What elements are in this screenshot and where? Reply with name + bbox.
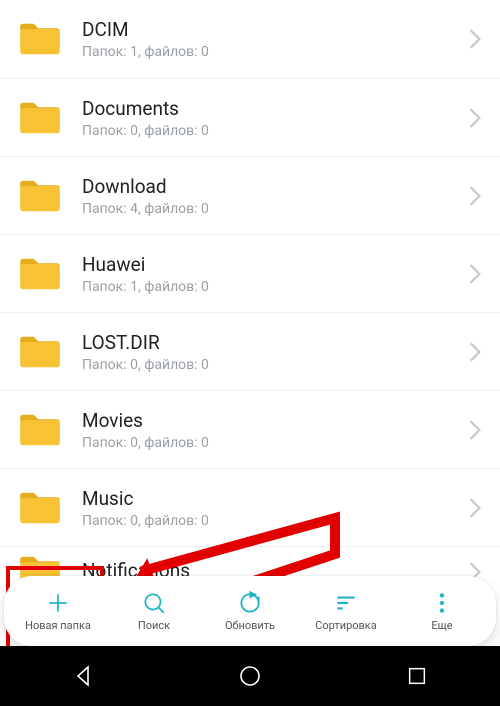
chevron-right-icon xyxy=(468,263,482,285)
folder-name: Download xyxy=(82,175,460,198)
folder-row[interactable]: Documents Папок: 0, файлов: 0 xyxy=(0,78,500,156)
folder-row-text: DCIM Папок: 1, файлов: 0 xyxy=(82,18,460,60)
folder-subtitle: Папок: 0, файлов: 0 xyxy=(82,123,460,139)
folder-subtitle: Папок: 1, файлов: 0 xyxy=(82,279,460,295)
folder-name: Music xyxy=(82,487,460,510)
sort-button[interactable]: Сортировка xyxy=(298,576,394,646)
folder-icon xyxy=(18,21,62,57)
folder-subtitle: Папок: 4, файлов: 0 xyxy=(82,201,460,217)
toolbar-label: Еще xyxy=(431,619,452,632)
folder-name: Documents xyxy=(82,97,460,120)
nav-recent-button[interactable] xyxy=(387,656,447,696)
toolbar-label: Сортировка xyxy=(315,619,377,632)
chevron-right-icon xyxy=(468,419,482,441)
folder-row[interactable]: Huawei Папок: 1, файлов: 0 xyxy=(0,234,500,312)
folder-row-text: Huawei Папок: 1, файлов: 0 xyxy=(82,253,460,295)
folder-subtitle: Папок: 0, файлов: 0 xyxy=(82,357,460,373)
toolbar-label: Новая папка xyxy=(25,619,91,632)
chevron-right-icon xyxy=(468,28,482,50)
folder-list: DCIM Папок: 1, файлов: 0 Documents Папок: 0… xyxy=(0,0,500,596)
toolbar-label: Обновить xyxy=(225,619,275,632)
folder-row-text: Music Папок: 0, файлов: 0 xyxy=(82,487,460,529)
folder-row[interactable]: Music Папок: 0, файлов: 0 xyxy=(0,468,500,546)
folder-name: DCIM xyxy=(82,18,460,41)
chevron-right-icon xyxy=(468,497,482,519)
folder-row[interactable]: LOST.DIR Папок: 0, файлов: 0 xyxy=(0,312,500,390)
folder-name: Movies xyxy=(82,409,460,432)
new-folder-button[interactable]: Новая папка xyxy=(10,576,106,646)
chevron-right-icon xyxy=(468,185,482,207)
more-button[interactable]: Еще xyxy=(394,576,490,646)
folder-row[interactable]: Movies Папок: 0, файлов: 0 xyxy=(0,390,500,468)
search-icon xyxy=(141,590,167,616)
folder-icon xyxy=(18,490,62,526)
folder-icon xyxy=(18,334,62,370)
refresh-button[interactable]: Обновить xyxy=(202,576,298,646)
toolbar-label: Поиск xyxy=(138,619,170,632)
chevron-right-icon xyxy=(468,107,482,129)
folder-icon xyxy=(18,412,62,448)
folder-name: LOST.DIR xyxy=(82,331,460,354)
nav-home-button[interactable] xyxy=(220,656,280,696)
folder-icon xyxy=(18,100,62,136)
refresh-icon xyxy=(237,590,263,616)
folder-subtitle: Папок: 1, файлов: 0 xyxy=(82,44,460,60)
folder-row-text: Movies Папок: 0, файлов: 0 xyxy=(82,409,460,451)
chevron-right-icon xyxy=(468,341,482,363)
plus-icon xyxy=(45,590,71,616)
sort-icon xyxy=(333,590,359,616)
folder-row-text: Download Папок: 4, файлов: 0 xyxy=(82,175,460,217)
bottom-toolbar: Новая папка Поиск Обновить Сортировк xyxy=(4,576,496,646)
folder-icon xyxy=(18,178,62,214)
search-button[interactable]: Поиск xyxy=(106,576,202,646)
nav-back-button[interactable] xyxy=(53,656,113,696)
folder-row[interactable]: DCIM Папок: 1, файлов: 0 xyxy=(0,0,500,78)
android-nav-bar xyxy=(0,646,500,706)
folder-row[interactable]: Download Папок: 4, файлов: 0 xyxy=(0,156,500,234)
more-vert-icon xyxy=(429,590,455,616)
folder-row-text: Documents Папок: 0, файлов: 0 xyxy=(82,97,460,139)
folder-subtitle: Папок: 0, файлов: 0 xyxy=(82,435,460,451)
folder-icon xyxy=(18,256,62,292)
folder-row-text: LOST.DIR Папок: 0, файлов: 0 xyxy=(82,331,460,373)
folder-name: Huawei xyxy=(82,253,460,276)
folder-subtitle: Папок: 0, файлов: 0 xyxy=(82,513,460,529)
